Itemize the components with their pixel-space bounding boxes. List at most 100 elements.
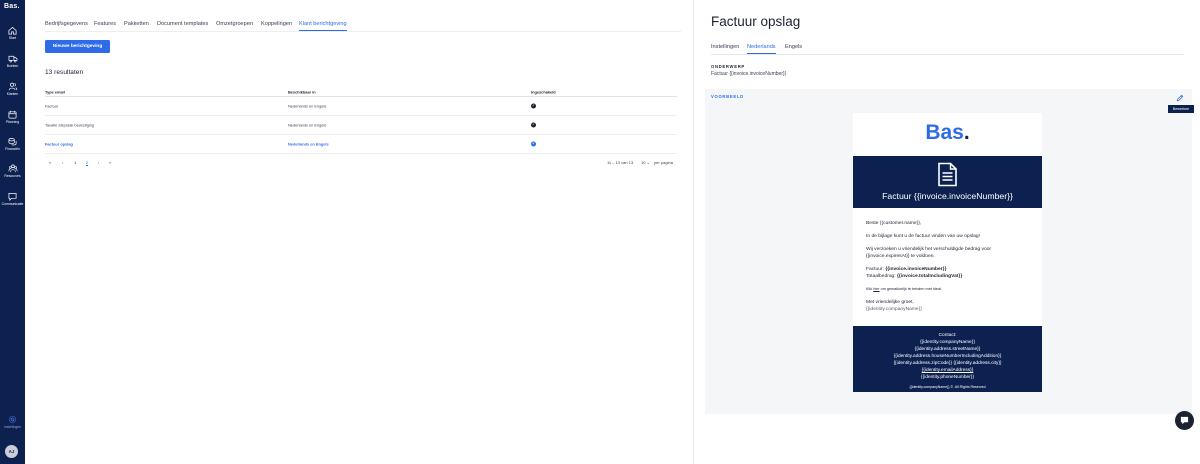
- subject-label: ONDERWERP: [711, 64, 745, 69]
- pagination: « ‹ 1 2 › » 11 – 13 van 13 10 ⌄ per pagi…: [45, 158, 677, 168]
- truck-icon: [8, 55, 17, 63]
- gear-icon: [8, 415, 17, 424]
- sidebar: Bas. Start Boeken Klanten Planning Finan…: [0, 0, 25, 464]
- edit-button[interactable]: Bewerken: [1168, 105, 1194, 113]
- pay-suffix: om gemakkelijk te betalen met ideal.: [880, 287, 943, 291]
- tab-omzetgroepen[interactable]: Omzetgroepen: [216, 21, 253, 30]
- email-banner-title: Factuur {{invoice.invoiceNumber}}: [882, 191, 1013, 201]
- footer-company: {{identity.companyName}}: [920, 340, 975, 345]
- cell-type: Factuur opslag: [45, 141, 73, 147]
- footer-rights: {{identity.companyName}} ©. All Rights R…: [909, 385, 986, 389]
- per-page-label: per pagina: [654, 160, 673, 165]
- sidebar-item-label: Klanten: [6, 92, 19, 96]
- support-chat-button[interactable]: [1175, 411, 1194, 430]
- table-row[interactable]: Taxatie afspraak bevestiging Nederlands …: [45, 116, 677, 135]
- sidebar-item-financien[interactable]: Financiën: [0, 137, 25, 151]
- sidebar-item-settings[interactable]: Instellingen: [0, 415, 25, 429]
- pay-prefix: Klik: [866, 287, 873, 291]
- users-icon: [8, 82, 17, 91]
- first-page-button[interactable]: «: [49, 160, 51, 165]
- check-icon: ✓: [531, 122, 536, 128]
- company-name: {{identity.companyName}}: [866, 307, 922, 312]
- results-count: 13 resultaten: [45, 69, 84, 76]
- cell-type: Factuur: [45, 103, 59, 109]
- invoice-value: {{invoice.invoiceNumber}}: [885, 267, 947, 272]
- check-icon: ✓: [531, 141, 536, 147]
- email-pay-line: Klik hier om gemakkelijk te betalen met …: [866, 286, 1032, 293]
- tab-klant-berichtgeving[interactable]: Klant berichtgeving: [299, 21, 347, 31]
- cell-available: Nederlands en Engels: [288, 141, 329, 147]
- per-page-select[interactable]: 10 ⌄ per pagina: [641, 160, 673, 165]
- tab-nederlands[interactable]: Nederlands: [747, 44, 776, 54]
- app-logo[interactable]: Bas.: [4, 3, 20, 10]
- tab-document-templates[interactable]: Document templates: [157, 21, 208, 30]
- email-closing: Met vriendelijke groet, {{identity.compa…: [866, 299, 1032, 313]
- email-line-1: In de bijlage kunt u de factuur vinden v…: [866, 234, 980, 239]
- main-content: Bedrijfsgegevens Features Pakketten Docu…: [25, 0, 693, 464]
- page-1-button[interactable]: 1: [74, 160, 76, 165]
- footer-house: {{identity.address.houseNumberIncludingA…: [893, 354, 1002, 359]
- avatar[interactable]: AJ: [5, 445, 18, 458]
- invoice-label: Factuur:: [866, 267, 884, 272]
- pencil-icon[interactable]: [1176, 94, 1184, 102]
- table-row[interactable]: Factuur Nederlands en Engels ✓: [45, 97, 677, 116]
- panel-title: Factuur opslag: [711, 14, 801, 29]
- closing: Met vriendelijke groet,: [866, 300, 914, 305]
- sidebar-item-planning[interactable]: Planning: [0, 110, 25, 124]
- footer-street: {{identity.address.streetName}}: [914, 347, 981, 352]
- app-root: Bas. Start Boeken Klanten Planning Finan…: [0, 0, 1200, 464]
- chat-icon: [8, 192, 17, 201]
- cell-available: Nederlands en Engels: [288, 122, 327, 128]
- pay-link[interactable]: hier: [873, 287, 879, 291]
- tab-koppelingen[interactable]: Koppelingen: [261, 21, 292, 30]
- email-template: Bas. Factuur {{invoice.invoiceNumber}} B…: [853, 113, 1042, 392]
- column-header-enabled[interactable]: Ingeschakeld: [531, 89, 556, 94]
- cell-type: Taxatie afspraak bevestiging: [45, 122, 95, 128]
- resources-icon: [7, 164, 18, 173]
- last-page-button[interactable]: »: [109, 160, 111, 165]
- page-range: 11 – 13 van 13: [607, 160, 634, 165]
- email-banner: Factuur {{invoice.invoiceNumber}}: [853, 156, 1042, 208]
- total-value: {{invoice.totalIncludingVat}}: [897, 274, 963, 279]
- table-row[interactable]: Factuur opslag Nederlands en Engels ✓: [45, 135, 677, 154]
- column-header-available[interactable]: Beschikbaar in: [288, 89, 316, 94]
- home-icon: [8, 26, 17, 35]
- tab-pakketten[interactable]: Pakketten: [124, 21, 149, 30]
- email-logo-text: Bas: [925, 121, 964, 144]
- tab-bedrijfsgegevens[interactable]: Bedrijfsgegevens: [45, 21, 88, 30]
- table-header: Type email Beschikbaar in Ingeschakeld: [45, 87, 677, 97]
- sidebar-item-label: Resources: [4, 174, 21, 178]
- sidebar-item-label: Instellingen: [3, 425, 22, 429]
- sidebar-item-label: Boeken: [6, 64, 19, 68]
- prev-page-button[interactable]: ‹: [62, 160, 63, 165]
- sidebar-item-klanten[interactable]: Klanten: [0, 82, 25, 96]
- coins-icon: [8, 138, 17, 146]
- tab-instellingen[interactable]: Instellingen: [711, 44, 739, 53]
- subject-value: Factuur {{invoice.invoiceNumber}}: [711, 71, 787, 77]
- email-logo: Bas.: [853, 121, 1042, 145]
- new-notification-button[interactable]: Nieuwe berichtgeving: [45, 40, 110, 53]
- footer-email[interactable]: {{identity.emailAddress}}: [853, 367, 1042, 374]
- column-header-type[interactable]: Type email: [45, 89, 65, 94]
- page-2-button[interactable]: 2: [86, 160, 89, 166]
- sidebar-item-label: Financiën: [5, 147, 20, 151]
- check-icon: ✓: [531, 103, 536, 109]
- footer-phone: {{identity.phoneNumber}}: [921, 375, 974, 380]
- sidebar-item-communicatie[interactable]: Communicatie: [0, 192, 25, 206]
- sidebar-item-start[interactable]: Start: [0, 26, 25, 40]
- sidebar-item-label: Planning: [5, 120, 20, 124]
- tab-features[interactable]: Features: [94, 21, 116, 30]
- sidebar-item-label: Communicatie: [1, 202, 24, 206]
- tab-engels[interactable]: Engels: [785, 44, 802, 53]
- email-body: Beste {{customer.name}}, In de bijlage k…: [866, 220, 1032, 319]
- email-line-2: Wij verzoeken u vriendelijk het verschul…: [866, 247, 992, 259]
- email-greeting: Beste {{customer.name}},: [866, 221, 922, 226]
- calendar-icon: [8, 110, 17, 119]
- next-page-button[interactable]: ›: [98, 160, 99, 165]
- document-icon: [938, 162, 957, 187]
- sidebar-item-boeken[interactable]: Boeken: [0, 54, 25, 68]
- detail-panel: Factuur opslag Instellingen Nederlands E…: [694, 0, 1200, 464]
- sidebar-item-label: Start: [8, 36, 17, 40]
- sidebar-item-resources[interactable]: Resources: [0, 164, 25, 178]
- chevron-down-icon: ⌄: [646, 160, 650, 165]
